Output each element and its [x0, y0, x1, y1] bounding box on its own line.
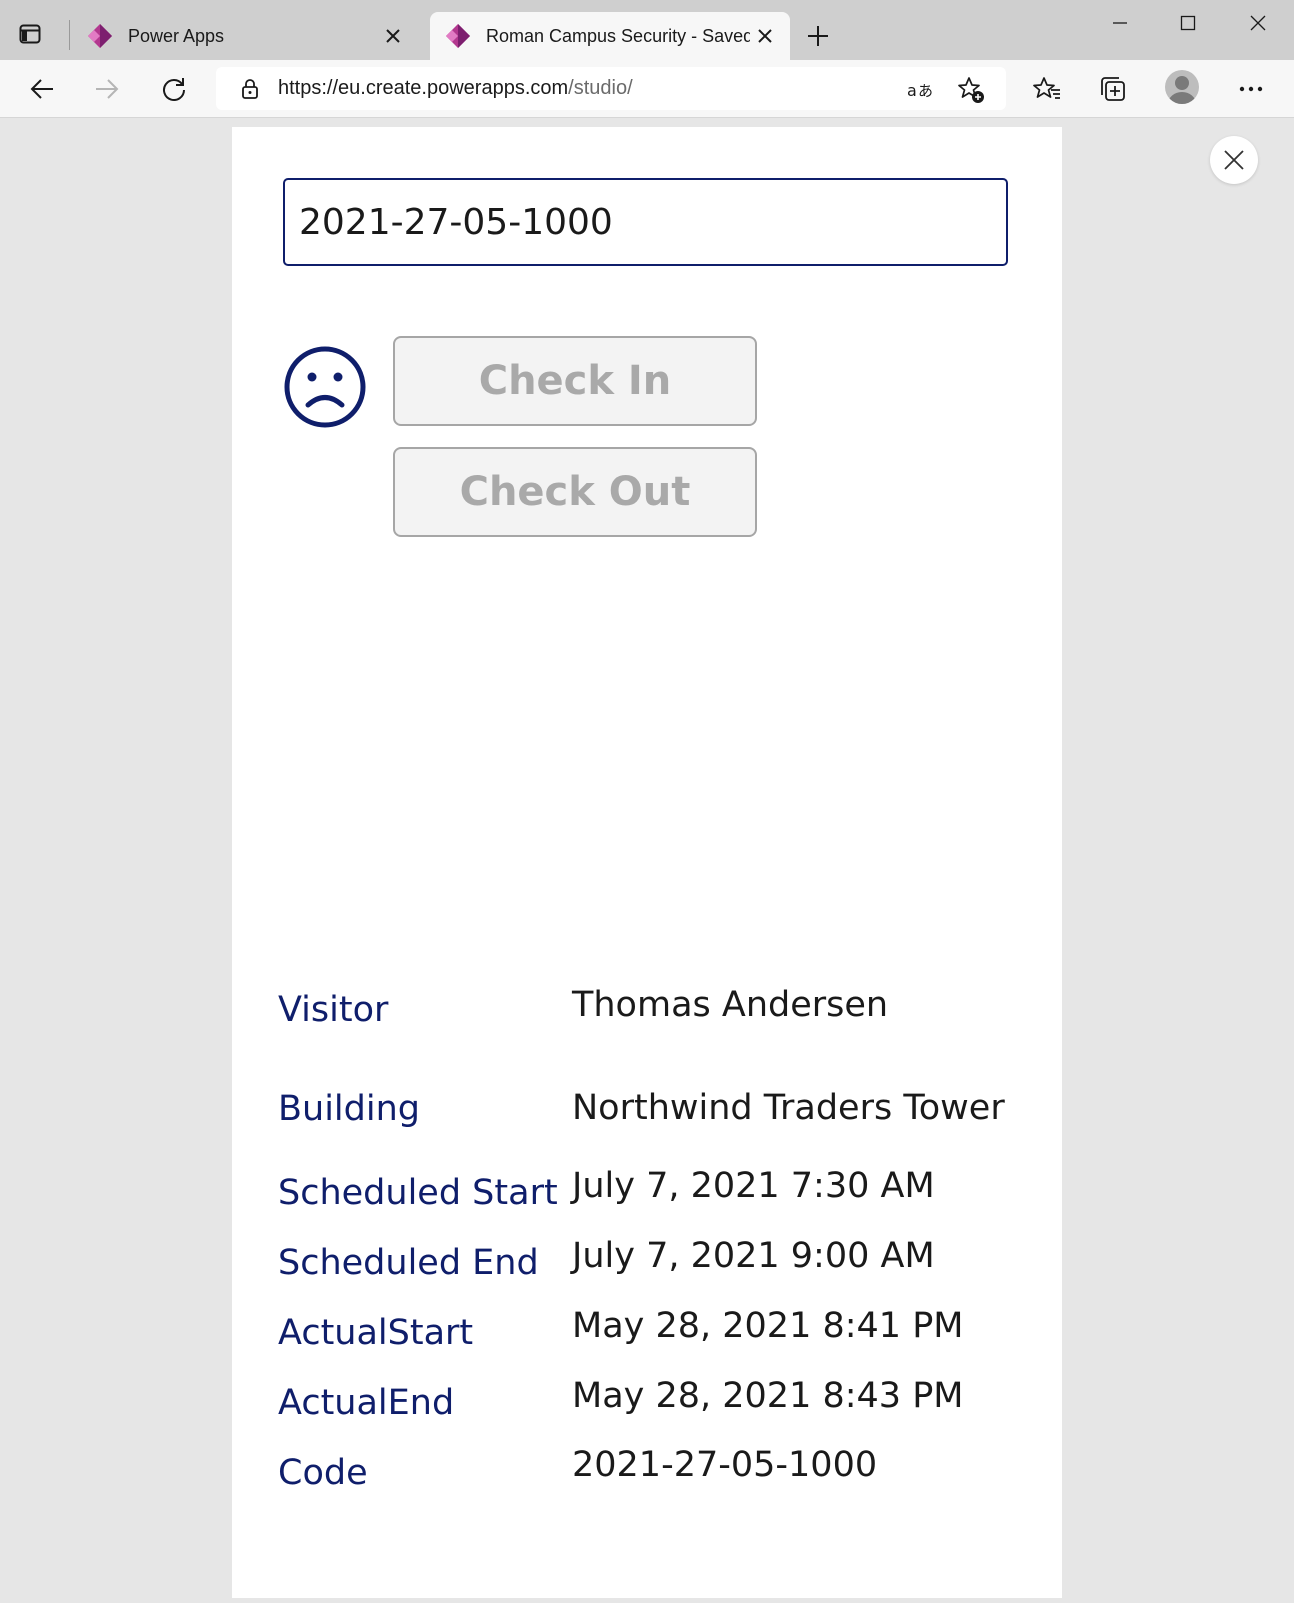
url-path: /studio/: [568, 77, 633, 99]
maximize-icon[interactable]: [1168, 8, 1208, 38]
scheduled-start-label: Scheduled Start: [278, 1173, 558, 1213]
refresh-icon[interactable]: [155, 70, 193, 108]
scheduled-start-value: July 7, 2021 7:30 AM: [572, 1166, 935, 1206]
favorites-icon[interactable]: [1028, 70, 1066, 108]
code-input[interactable]: [283, 178, 1008, 266]
close-tab-icon[interactable]: [750, 21, 780, 51]
power-apps-icon: [86, 22, 114, 50]
read-aloud-icon[interactable]: aあ: [906, 75, 936, 105]
sad-face-icon: [283, 345, 367, 429]
building-value: Northwind Traders Tower: [572, 1088, 1005, 1128]
browser-tab-bar: Power Apps Roman Campus Security - Saved: [0, 0, 1294, 60]
close-tab-icon[interactable]: [378, 21, 408, 51]
tab-roman-campus-security[interactable]: Roman Campus Security - Saved: [430, 12, 790, 60]
actual-end-label: ActualEnd: [278, 1383, 455, 1423]
url-domain: https://eu.create.powerapps.com: [278, 77, 569, 99]
svg-text:a: a: [907, 81, 917, 100]
building-label: Building: [278, 1089, 420, 1129]
minimize-icon[interactable]: [1100, 8, 1140, 38]
tab-actions-icon[interactable]: [18, 22, 42, 46]
actual-start-label: ActualStart: [278, 1313, 474, 1353]
add-favorite-icon[interactable]: [956, 75, 986, 105]
back-icon[interactable]: [23, 70, 61, 108]
url-text: https://eu.create.powerapps.com/studio/: [278, 77, 633, 100]
profile-avatar[interactable]: [1165, 70, 1199, 104]
scheduled-end-label: Scheduled End: [278, 1243, 539, 1283]
forward-icon[interactable]: [88, 70, 126, 108]
code-value: 2021-27-05-1000: [572, 1445, 878, 1485]
visitor-value: Thomas Andersen: [572, 985, 889, 1025]
actual-end-value: May 28, 2021 8:43 PM: [572, 1376, 964, 1416]
scheduled-end-value: July 7, 2021 9:00 AM: [572, 1236, 935, 1276]
tab-power-apps[interactable]: Power Apps: [72, 12, 418, 60]
check-out-button[interactable]: Check Out: [393, 447, 757, 537]
code-label: Code: [278, 1453, 368, 1493]
svg-text:あ: あ: [918, 82, 933, 100]
collections-icon[interactable]: [1094, 70, 1132, 108]
tab-title: Power Apps: [128, 25, 225, 46]
app-screen: Check In Check Out Visitor Thomas Anders…: [232, 127, 1062, 1598]
browser-toolbar: https://eu.create.powerapps.com/studio/ …: [0, 60, 1294, 118]
tab-title: Roman Campus Security - Saved: [486, 25, 750, 46]
power-apps-icon: [444, 22, 472, 50]
lock-icon[interactable]: [238, 77, 262, 101]
close-preview-icon[interactable]: [1210, 136, 1258, 184]
tab-separator: [69, 20, 70, 50]
address-bar[interactable]: https://eu.create.powerapps.com/studio/ …: [216, 67, 1006, 110]
close-window-icon[interactable]: [1238, 8, 1278, 38]
check-in-button[interactable]: Check In: [393, 336, 757, 426]
visitor-label: Visitor: [278, 990, 389, 1030]
new-tab-icon[interactable]: [804, 22, 832, 50]
more-icon[interactable]: [1232, 70, 1270, 108]
actual-start-value: May 28, 2021 8:41 PM: [572, 1306, 964, 1346]
